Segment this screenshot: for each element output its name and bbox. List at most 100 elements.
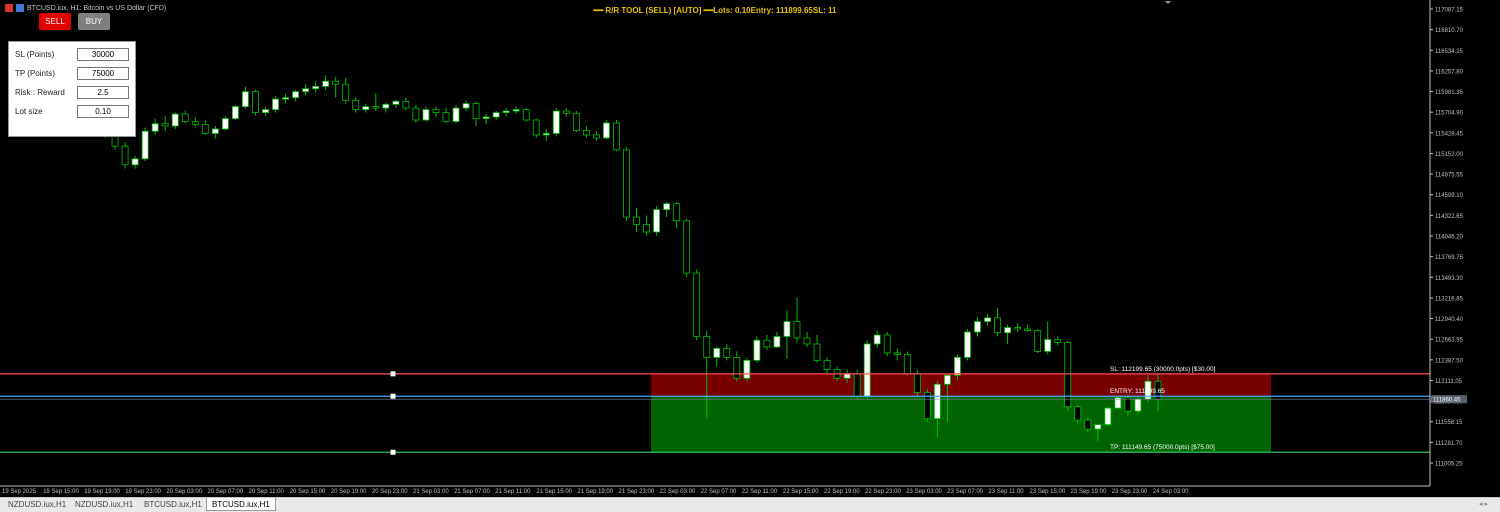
candle [1074,405,1082,424]
candle-body [161,123,169,127]
candle [873,330,881,348]
candle [302,84,310,96]
sell-button[interactable]: SELL [39,13,71,30]
candle-body [522,109,530,121]
rr-tool-title: R/R TOOL (SELL) [AUTO] [605,6,702,15]
candle-body [402,100,410,109]
time-tick-label: 20 Sep 15:00 [290,489,326,495]
candle [462,100,470,112]
lot-label: Lot size [15,107,43,116]
candle-body [252,91,259,113]
candle [272,96,279,113]
candle-body [572,112,580,131]
candle [151,118,159,135]
candle-body [1044,339,1052,352]
candle [322,75,330,91]
candle-body [903,354,911,375]
candle-body [1054,339,1062,343]
chart-area[interactable]: SL: 112199.65 (30000.0pts) [$30.00] ENTRY… [0,0,1500,511]
candle [522,108,530,122]
candle [733,351,741,382]
candle-body [422,109,430,121]
candle [312,81,320,93]
risk-reward-input[interactable]: 2.5 [77,86,129,99]
candle [452,105,460,123]
time-tick-label: 21 Sep 19:00 [577,489,613,495]
time-tick-label: 22 Sep 23:00 [865,489,901,495]
tp-row: TP (Points) 75000 [15,67,129,80]
candle [683,218,691,277]
candle-body [1014,327,1022,330]
time-tick-label: 22 Sep 07:00 [701,489,737,495]
tab-nzdusd-2[interactable]: NZDUSD.iux,H1 [70,498,138,511]
price-chart[interactable]: SL: 112199.65 (30000.0pts) [$30.00] ENTRY… [0,0,1500,497]
time-tick-label: 20 Sep 11:00 [249,489,285,495]
candle-body [262,109,269,113]
candle [1014,323,1022,333]
candle-body [843,373,851,379]
tab-scroll-arrows[interactable]: ◂ ▸ [1479,498,1488,511]
entry-drag-handle [390,393,396,399]
candle-body [853,373,861,397]
candle [1024,324,1032,333]
price-tick-label: 114322.65 [1435,214,1464,220]
candle-body [472,103,480,119]
candle-body [954,356,961,376]
time-axis: 19 Sep 2025 19 Sep 15:00 19 Sep 19:00 19 Se… [0,485,1430,495]
tab-nzdusd-1[interactable]: NZDUSD.iux,H1 [3,498,71,511]
tp-points-input[interactable]: 75000 [77,67,129,80]
candle-body [703,336,711,358]
candle [1044,321,1052,355]
candle [923,388,931,422]
candle-body [964,331,971,358]
candle-body [723,348,731,358]
candle-body [984,317,991,322]
lot-row: Lot size 0.10 [15,105,129,118]
candle-body [302,88,310,93]
price-tick-label: 114875.55 [1435,173,1464,179]
time-tick-label: 23 Sep 03:00 [906,489,942,495]
candle [593,131,600,141]
candle-body [342,83,350,102]
candle [713,346,721,367]
candle-body [372,106,380,109]
candle-body [1074,406,1082,421]
candle-body [783,321,791,337]
candle-body [763,339,771,348]
buy-button[interactable]: BUY [78,13,110,30]
candle [422,106,430,122]
sl-label: SL (Points) [15,50,55,59]
candle [442,108,450,123]
candle-body [552,110,560,134]
candle [332,76,340,98]
candle-body [211,128,219,134]
price-tick-label: 115981.35 [1435,90,1464,96]
candle-body [482,116,490,119]
price-tick-label: 113769.75 [1435,255,1464,261]
candle-body [663,203,671,210]
candle [673,202,681,229]
candle [191,117,199,128]
sl-points-input[interactable]: 30000 [77,48,129,61]
lot-size-input[interactable]: 0.10 [77,105,129,118]
price-tick-label: 116810.70 [1435,28,1464,34]
time-tick-label: 24 Sep 03:00 [1153,489,1189,495]
time-tick-label: 22 Sep 11:00 [742,489,778,495]
tp-level-label: TP: 111149.65 (75000.0pts) [$75.00] [1110,444,1215,451]
candle [352,97,360,113]
candle [582,125,590,138]
candle-body [181,113,189,122]
candle [763,334,771,350]
tab-btcusd-1[interactable]: BTCUSD.iux,H1 [139,498,207,511]
candle [603,120,610,140]
candle-body [191,121,199,125]
candle-body [582,130,590,136]
time-tick-label: 23 Sep 15:00 [1030,489,1066,495]
price-tick-label: 111005.25 [1435,462,1463,468]
tab-btcusd-active[interactable]: BTCUSD.iux,H1 [206,498,276,511]
candle-body [542,133,550,136]
time-tick-label: 23 Sep 11:00 [988,489,1024,495]
candle-body [743,359,751,379]
sl-row: SL (Points) 30000 [15,48,129,61]
candle-body [1134,398,1142,412]
